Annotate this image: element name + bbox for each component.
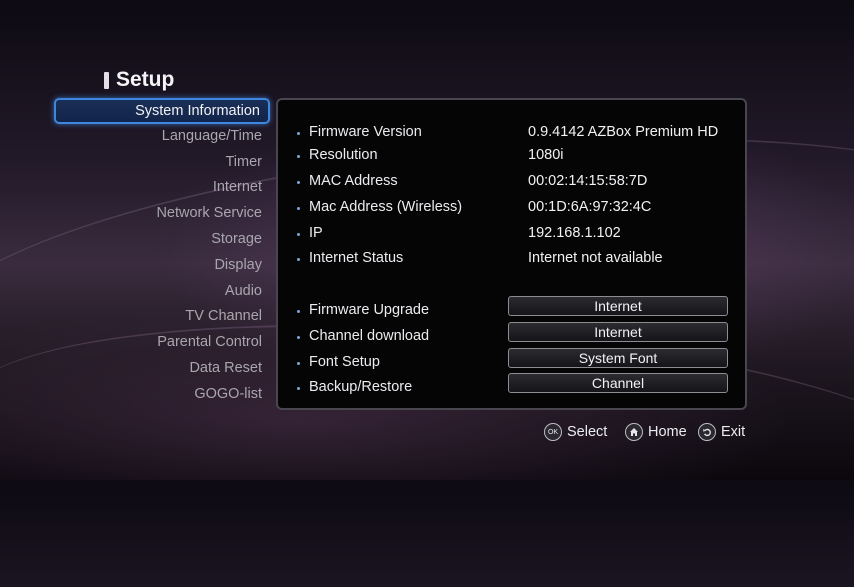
info-row-firmware-version: Firmware Version 0.9.4142 AZBox Premium … (278, 124, 745, 144)
bullet-icon (297, 207, 300, 210)
info-row-internet-status: Internet Status Internet not available (278, 250, 745, 270)
info-row-mac-address: MAC Address 00:02:14:15:58:7D (278, 173, 745, 193)
footer-exit-hint[interactable]: Exit (698, 421, 745, 443)
menu-item-gogo-list[interactable]: GOGO-list (54, 382, 270, 408)
bullet-icon (297, 155, 300, 158)
action-row-channel-download: Channel download Internet (278, 322, 745, 348)
menu-item-audio[interactable]: Audio (54, 279, 270, 305)
menu-item-tv-channel[interactable]: TV Channel (54, 304, 270, 330)
home-icon (625, 423, 643, 441)
action-row-backup-restore: Backup/Restore Channel (278, 373, 745, 399)
info-label: Mac Address (Wireless) (309, 199, 463, 215)
info-value: 00:1D:6A:97:32:4C (528, 199, 652, 215)
info-label: Internet Status (309, 250, 404, 266)
info-value: 192.168.1.102 (528, 225, 621, 241)
info-label: Firmware Version (309, 124, 422, 140)
ok-icon: OK (544, 423, 562, 441)
footer-select-hint[interactable]: OK Select (544, 421, 607, 443)
info-label: IP (309, 225, 323, 241)
menu-item-network-service[interactable]: Network Service (54, 201, 270, 227)
info-value: Internet not available (528, 250, 663, 266)
font-setup-button[interactable]: System Font (508, 348, 728, 368)
menu-item-storage[interactable]: Storage (54, 227, 270, 253)
info-label: MAC Address (309, 173, 398, 189)
bullet-icon (297, 233, 300, 236)
page-title: Setup (104, 66, 174, 94)
info-value: 0.9.4142 AZBox Premium HD (528, 124, 719, 140)
action-label: Channel download (309, 328, 430, 344)
menu-item-internet[interactable]: Internet (54, 175, 270, 201)
setup-menu: System Information Language/Time Timer I… (54, 98, 270, 408)
info-value: 1080i (528, 147, 564, 163)
firmware-upgrade-button[interactable]: Internet (508, 296, 728, 316)
action-row-firmware-upgrade: Firmware Upgrade Internet (278, 296, 745, 322)
bullet-icon (297, 310, 300, 313)
bullet-icon (297, 258, 300, 261)
info-value: 00:02:14:15:58:7D (528, 173, 648, 189)
info-row-mac-address-wireless: Mac Address (Wireless) 00:1D:6A:97:32:4C (278, 199, 745, 219)
info-row-ip: IP 192.168.1.102 (278, 225, 745, 245)
menu-item-display[interactable]: Display (54, 253, 270, 279)
menu-item-language-time[interactable]: Language/Time (54, 124, 270, 150)
bullet-icon (297, 362, 300, 365)
info-label: Resolution (309, 147, 378, 163)
system-information-panel: Firmware Version 0.9.4142 AZBox Premium … (276, 98, 747, 410)
menu-item-data-reset[interactable]: Data Reset (54, 356, 270, 382)
channel-download-button[interactable]: Internet (508, 322, 728, 342)
footer-exit-label: Exit (721, 424, 746, 440)
page-title-text: Setup (116, 68, 175, 91)
action-row-font-setup: Font Setup System Font (278, 348, 745, 374)
bullet-icon (297, 132, 300, 135)
bullet-icon (297, 387, 300, 390)
title-marker (104, 71, 109, 89)
back-arrow-icon (698, 423, 716, 441)
menu-item-parental-control[interactable]: Parental Control (54, 330, 270, 356)
action-label: Backup/Restore (309, 379, 413, 395)
footer-home-label: Home (648, 424, 687, 440)
backup-restore-button[interactable]: Channel (508, 373, 728, 393)
bullet-icon (297, 336, 300, 339)
action-label: Firmware Upgrade (309, 302, 430, 318)
bullet-icon (297, 181, 300, 184)
info-row-resolution: Resolution 1080i (278, 147, 745, 167)
menu-item-timer[interactable]: Timer (54, 150, 270, 176)
footer-home-hint[interactable]: Home (625, 421, 687, 443)
footer-select-label: Select (567, 424, 608, 440)
action-label: Font Setup (309, 354, 380, 370)
menu-item-system-information[interactable]: System Information (54, 98, 270, 124)
